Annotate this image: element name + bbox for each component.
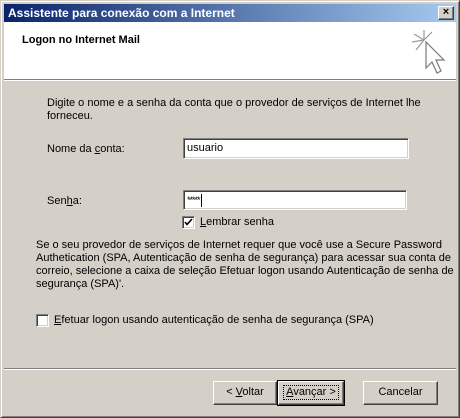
password-label: Senha: [47,195,82,207]
title-bar[interactable]: Assistente para conexão com a Internet × [4,4,456,22]
wizard-window: Assistente para conexão com a Internet ×… [0,0,460,418]
account-label-part2: onta: [100,143,125,155]
spa-label-text: fetuar logon usando autenticação de senh… [61,314,374,326]
footer-separator [4,368,456,370]
close-button[interactable]: × [438,6,454,20]
wizard-cursor-icon [411,30,446,74]
account-name-input[interactable]: usuario [183,138,409,159]
password-label-part: Sen [47,195,67,207]
spa-logon-checkbox[interactable] [36,314,49,327]
page-title: Logon no Internet Mail [22,34,140,46]
account-name-label: Nome da conta: [47,143,125,155]
back-label: oltar [242,386,264,398]
remember-label-text: embrar senha [206,216,274,228]
header-separator [4,79,456,81]
account-label-part: Nome da [47,143,95,155]
spa-logon-label[interactable]: Efetuar logon usando autenticação de sen… [54,314,374,326]
checkmark-icon [184,218,193,226]
focus-ring: Avançar > [283,385,339,400]
back-prefix: < [226,386,236,398]
password-label-part2: a: [72,195,82,207]
password-input[interactable]: ***** [183,190,407,210]
remember-password-checkbox[interactable] [182,216,195,229]
text-caret [200,193,202,207]
password-mask: ***** [187,195,200,205]
back-button[interactable]: < Voltar [213,381,277,405]
intro-text: Digite o nome e a senha da conta que o p… [47,97,421,122]
next-button[interactable]: Avançar > [277,380,345,406]
window-title: Assistente para conexão com a Internet [8,6,235,20]
cancel-button[interactable]: Cancelar [363,381,438,405]
next-label: vançar > [293,386,336,398]
wizard-header: Logon no Internet Mail [4,22,456,79]
remember-password-label[interactable]: Lembrar senha [200,216,274,228]
spa-description: Se o seu provedor de serviços de Interne… [36,239,454,290]
